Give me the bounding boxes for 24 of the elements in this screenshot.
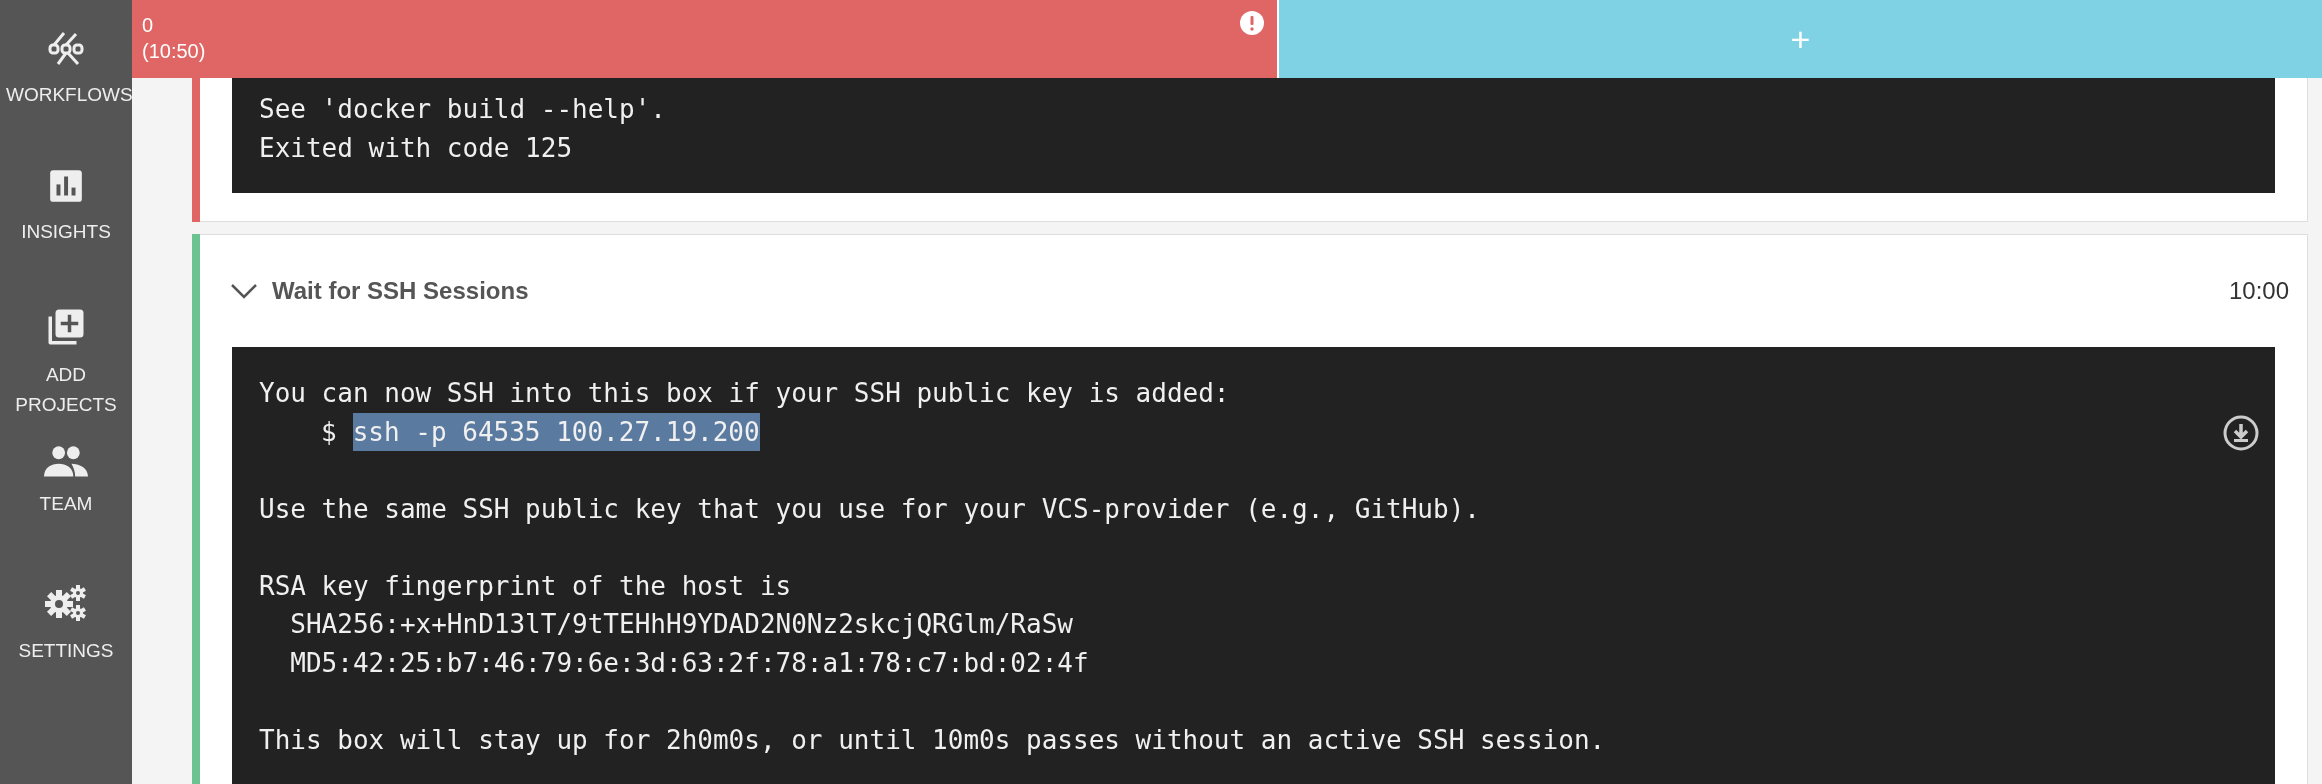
sidebar-item[interactable]: INSIGHTS: [0, 167, 132, 306]
job-tab[interactable]: 0 (10:50): [132, 0, 1279, 78]
prompt-symbol: $: [321, 415, 337, 449]
sidebar-item[interactable]: WORKFLOWS: [0, 28, 132, 167]
output-line: MD5:42:25:b7:46:79:6e:3d:63:2f:78:a1:78:c7:bd:02:4f: [289, 646, 1089, 680]
output-line: Exited with code 125: [259, 131, 573, 165]
step-duration: 10:00: [2228, 276, 2289, 306]
output-line: See 'docker build --help'.: [259, 93, 666, 126]
output-line: You can now SSH into this box if your SSH public key is added:: [259, 377, 1230, 410]
download-icon[interactable]: [2223, 415, 2259, 451]
sidebar-item[interactable]: ADD PROJECTS: [0, 306, 132, 445]
step-header[interactable]: Wait for SSH Sessions 10:00: [200, 235, 2307, 347]
output-line: Use the same SSH public key that you use for your VCS-provider (e.g., GitHub).: [259, 492, 1480, 526]
output-line: RSA key fingerprint of the host is: [259, 569, 792, 603]
bar-chart-icon: [47, 167, 85, 205]
alert-icon: [1239, 10, 1265, 36]
gears-icon: [45, 584, 87, 624]
ssh-command: ssh -p 64535 100.27.19.200: [352, 412, 760, 451]
sidebar-item[interactable]: SETTINGS: [0, 584, 132, 723]
step-title: Wait for SSH Sessions: [272, 276, 529, 306]
people-icon: [44, 445, 88, 477]
output-line: This box will stay up for 2h0m0s, or until 10m0s passes without an active SSH session.: [259, 723, 1606, 757]
sidebar-item[interactable]: TEAM: [0, 445, 132, 584]
output-line: SHA256:+x+HnD13lT/9tTEHhH9YDAD2N0Nz2skcjQRGlm/RaSw: [289, 608, 1073, 641]
